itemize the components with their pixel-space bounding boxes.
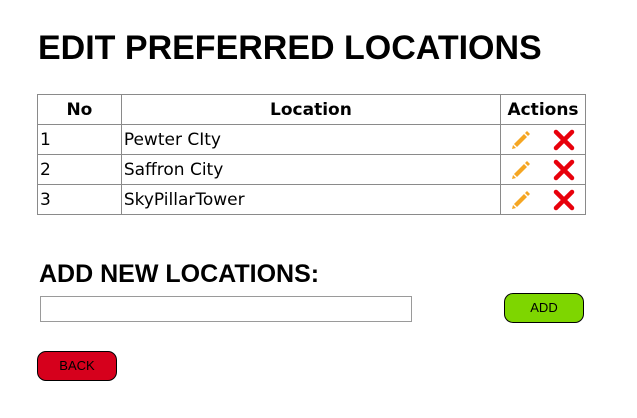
location-name: SkyPillarTower	[120, 184, 502, 215]
actions-cell	[500, 124, 586, 155]
add-button[interactable]: ADD	[504, 293, 584, 323]
x-icon[interactable]	[552, 128, 576, 152]
pencil-icon[interactable]	[509, 128, 533, 152]
table-header-row: No Location Actions	[37, 94, 586, 125]
x-icon[interactable]	[552, 158, 576, 182]
location-name: Pewter CIty	[120, 124, 502, 155]
back-button[interactable]: BACK	[37, 351, 117, 381]
row-number: 3	[37, 184, 122, 215]
row-number: 2	[37, 154, 122, 185]
page-title: EDIT PREFERRED LOCATIONS	[38, 29, 542, 67]
actions-cell	[500, 184, 586, 215]
pencil-icon[interactable]	[509, 158, 533, 182]
location-name: Saffron City	[120, 154, 502, 185]
actions-cell	[500, 154, 586, 185]
add-section-title: ADD NEW LOCATIONS:	[39, 260, 320, 288]
column-header-location: Location	[120, 94, 502, 125]
locations-table: No Location Actions 1 Pewter CIty 2 Saff…	[37, 94, 586, 215]
table-row: 1 Pewter CIty	[37, 124, 586, 155]
new-location-input[interactable]	[40, 296, 412, 322]
table-row: 3 SkyPillarTower	[37, 184, 586, 215]
column-header-actions: Actions	[500, 94, 586, 125]
row-number: 1	[37, 124, 122, 155]
table-row: 2 Saffron City	[37, 154, 586, 185]
pencil-icon[interactable]	[509, 188, 533, 212]
column-header-no: No	[37, 94, 122, 125]
x-icon[interactable]	[552, 188, 576, 212]
